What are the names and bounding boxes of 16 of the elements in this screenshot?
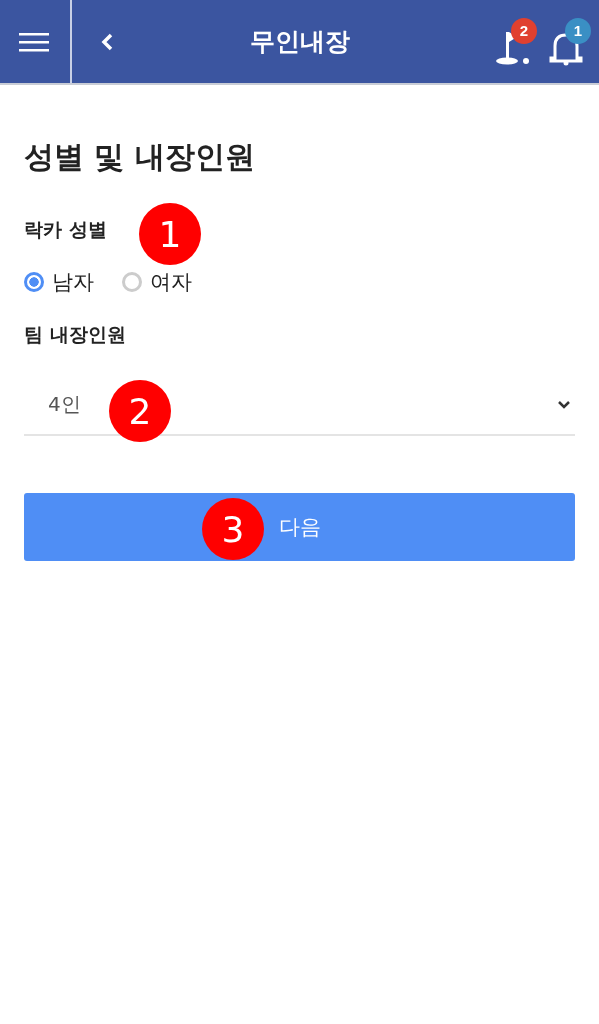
callout-marker: 2 — [109, 380, 171, 442]
count-badge: 2 — [511, 17, 537, 44]
menu-icon — [19, 30, 51, 53]
section-heading: 성별 및 내장인원 — [24, 138, 256, 176]
radio-option[interactable]: 여자 — [122, 268, 192, 296]
back-button[interactable] — [100, 31, 114, 52]
callout-marker: 1 — [139, 203, 201, 265]
notification-button[interactable]: 1 — [547, 17, 591, 66]
field-label: 락카 성별 — [24, 217, 107, 242]
golf-flag-button[interactable]: 2 — [493, 17, 537, 66]
field-label: 팀 내장인원 — [24, 322, 126, 347]
chevron-down-icon — [557, 399, 571, 410]
back-icon — [100, 31, 114, 52]
radio-option[interactable]: 남자 — [24, 268, 94, 296]
count-badge: 1 — [565, 17, 591, 44]
page-title: 무인내장 — [248, 26, 351, 58]
